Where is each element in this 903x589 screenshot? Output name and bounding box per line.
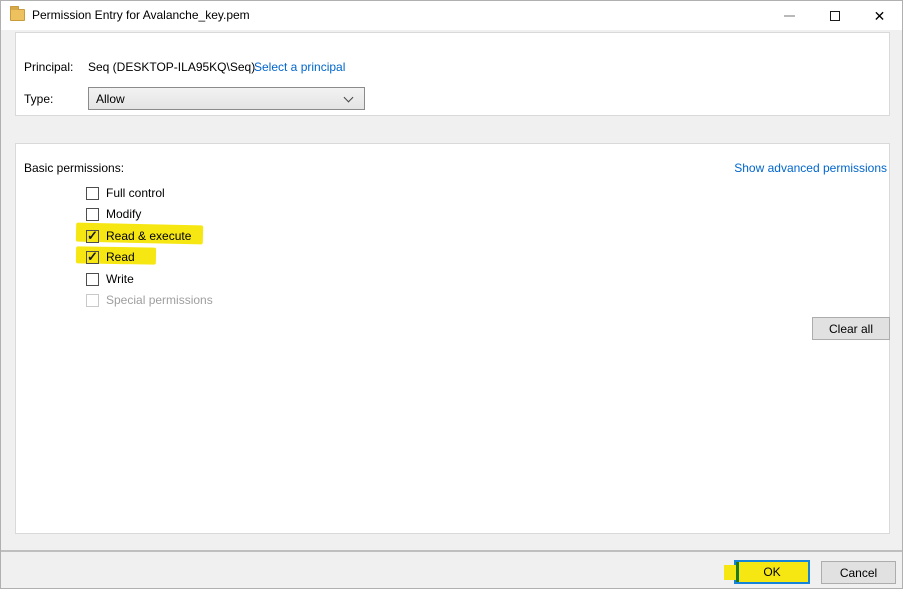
basic-permissions-panel: Basic permissions: Show advanced permiss… — [15, 143, 890, 534]
principal-type-panel: Principal: Seq (DESKTOP-ILA95KQ\Seq) Sel… — [15, 32, 890, 116]
minimize-button[interactable] — [767, 1, 812, 30]
footer-separator — [1, 550, 902, 552]
cancel-button[interactable]: Cancel — [821, 561, 896, 584]
maximize-button[interactable] — [812, 1, 857, 30]
permission-row-read-execute[interactable]: ✓ Read & execute — [86, 228, 191, 244]
permission-label: Full control — [106, 186, 165, 200]
permission-entry-dialog: Permission Entry for Avalanche_key.pem ✕… — [0, 0, 903, 589]
clear-all-label: Clear all — [829, 322, 873, 336]
permission-row-special-permissions: Special permissions — [86, 292, 213, 308]
title-bar: Permission Entry for Avalanche_key.pem ✕ — [1, 1, 902, 30]
window-title: Permission Entry for Avalanche_key.pem — [32, 8, 250, 22]
principal-value: Seq (DESKTOP-ILA95KQ\Seq) — [88, 60, 255, 74]
permission-row-read[interactable]: ✓ Read — [86, 249, 135, 265]
close-button[interactable]: ✕ — [857, 1, 902, 30]
principal-label: Principal: — [24, 60, 73, 74]
select-principal-link[interactable]: Select a principal — [254, 60, 345, 74]
permission-label: Read — [106, 250, 135, 264]
ok-button[interactable]: OK — [734, 560, 810, 584]
permission-row-write[interactable]: Write — [86, 271, 134, 287]
clear-all-button[interactable]: Clear all — [812, 317, 890, 340]
permission-row-modify[interactable]: Modify — [86, 206, 141, 222]
checkbox-full-control[interactable] — [86, 187, 99, 200]
type-label: Type: — [24, 92, 53, 106]
checkbox-read-execute[interactable]: ✓ — [86, 230, 99, 243]
checkbox-modify[interactable] — [86, 208, 99, 221]
checkbox-special-permissions — [86, 294, 99, 307]
close-icon: ✕ — [874, 9, 886, 23]
ok-button-label: OK — [763, 565, 780, 579]
permission-label: Special permissions — [106, 293, 213, 307]
cancel-button-label: Cancel — [840, 566, 877, 580]
type-dropdown-value: Allow — [96, 92, 125, 106]
permission-label: Read & execute — [106, 229, 191, 243]
check-icon: ✓ — [87, 228, 98, 244]
check-icon: ✓ — [87, 249, 98, 265]
show-advanced-permissions-link[interactable]: Show advanced permissions — [734, 161, 887, 175]
checkbox-read[interactable]: ✓ — [86, 251, 99, 264]
permission-label: Write — [106, 272, 134, 286]
maximize-icon — [830, 11, 840, 21]
permission-label: Modify — [106, 207, 141, 221]
folder-icon — [10, 9, 25, 21]
checkbox-write[interactable] — [86, 273, 99, 286]
ok-highlight-edge — [736, 562, 739, 582]
type-dropdown[interactable]: Allow — [88, 87, 365, 110]
permission-row-full-control[interactable]: Full control — [86, 185, 165, 201]
basic-permissions-label: Basic permissions: — [24, 161, 124, 175]
chevron-down-icon — [344, 93, 354, 103]
minimize-icon — [784, 15, 795, 17]
